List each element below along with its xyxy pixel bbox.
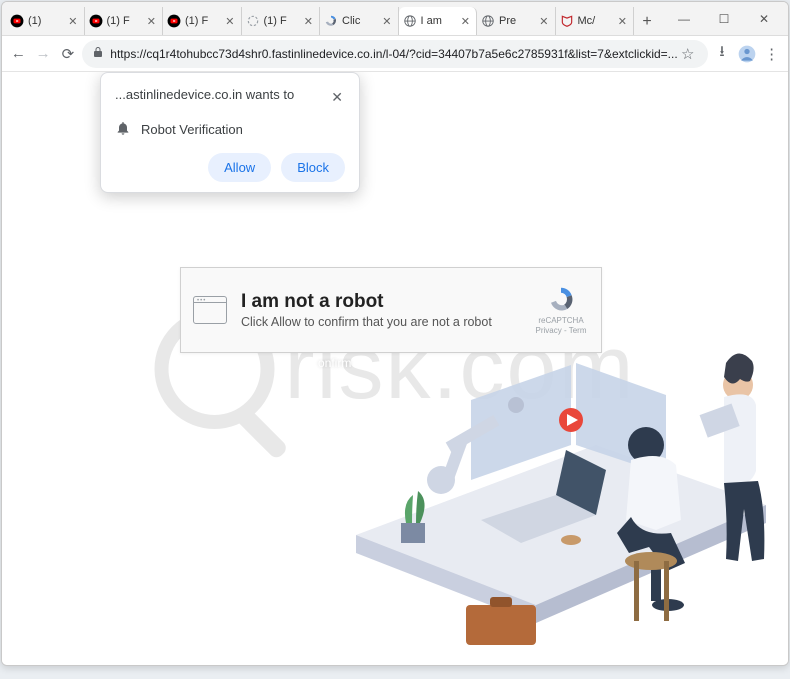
captcha-text: I am not a robot Click Allow to confirm … — [241, 291, 533, 329]
tab-close-icon[interactable]: ✕ — [380, 15, 393, 28]
tab-close-icon[interactable]: ✕ — [459, 15, 472, 28]
kebab-menu-button[interactable]: ⋮ — [761, 40, 782, 68]
lock-icon — [92, 46, 104, 61]
bell-icon — [115, 120, 131, 139]
tab-close-icon[interactable]: ✕ — [616, 15, 629, 28]
permission-origin: ...astinlinedevice.co.in wants to — [115, 87, 294, 102]
profile-button[interactable] — [736, 40, 757, 68]
block-button[interactable]: Block — [281, 153, 345, 182]
permission-label: Robot Verification — [141, 122, 243, 137]
favicon — [246, 14, 260, 28]
tab-title: (1) F — [264, 15, 302, 27]
window-icon: ••• — [193, 296, 227, 324]
illustration — [346, 305, 776, 665]
favicon — [324, 14, 338, 28]
tab-close-icon[interactable]: ✕ — [223, 15, 236, 28]
address-bar[interactable]: https://cq1r4tohubcc73d4shr0.fastinlined… — [82, 40, 707, 68]
tab-4[interactable]: Clic✕ — [320, 7, 399, 35]
tab-3[interactable]: (1) F✕ — [242, 7, 321, 35]
overlay-text: onfirm — [318, 356, 351, 370]
reload-button[interactable]: ⟳ — [58, 40, 79, 68]
tab-close-icon[interactable]: ✕ — [302, 15, 315, 28]
bookmark-star-icon[interactable]: ☆ — [678, 40, 698, 68]
tab-1[interactable]: (1) F✕ — [85, 7, 164, 35]
tab-title: Pre — [499, 15, 537, 27]
favicon — [89, 14, 103, 28]
maximize-button[interactable]: ☐ — [704, 5, 744, 33]
favicon — [10, 14, 24, 28]
new-tab-button[interactable]: + — [634, 9, 660, 35]
tab-close-icon[interactable]: ✕ — [145, 15, 158, 28]
favicon — [167, 14, 181, 28]
window-controls: — ☐ ✕ — [664, 2, 784, 35]
tab-title: Mc/ — [578, 15, 616, 27]
favicon — [403, 14, 417, 28]
downloads-button[interactable]: ⭳ — [712, 40, 733, 68]
captcha-box: ••• I am not a robot Click Allow to conf… — [180, 267, 602, 353]
back-button[interactable]: ← — [8, 40, 29, 68]
tab-5[interactable]: I am✕ — [399, 7, 478, 35]
recaptcha-links: Privacy - Term — [533, 326, 589, 336]
favicon — [481, 14, 495, 28]
tab-title: (1) F — [107, 15, 145, 27]
title-bar: (1)✕(1) F✕(1) F✕(1) F✕Clic✕I am✕Pre✕Mc/✕… — [2, 2, 788, 36]
tab-close-icon[interactable]: ✕ — [66, 15, 79, 28]
page-content: risk.com — [2, 72, 788, 665]
tab-7[interactable]: Mc/✕ — [556, 7, 635, 35]
tab-title: (1) F — [185, 15, 223, 27]
tab-2[interactable]: (1) F✕ — [163, 7, 242, 35]
minimize-button[interactable]: — — [664, 5, 704, 33]
forward-button[interactable]: → — [33, 40, 54, 68]
favicon — [560, 14, 574, 28]
tab-0[interactable]: (1)✕ — [6, 7, 85, 35]
tab-title: Clic — [342, 15, 380, 27]
captcha-title: I am not a robot — [241, 291, 533, 313]
close-icon[interactable]: ✕ — [329, 87, 345, 108]
toolbar: ← → ⟳ https://cq1r4tohubcc73d4shr0.fasti… — [2, 36, 788, 72]
tab-strip: (1)✕(1) F✕(1) F✕(1) F✕Clic✕I am✕Pre✕Mc/✕ — [6, 2, 634, 35]
allow-button[interactable]: Allow — [208, 153, 271, 182]
captcha-subtitle: Click Allow to confirm that you are not … — [241, 315, 533, 329]
tab-title: (1) — [28, 15, 66, 27]
browser-window: (1)✕(1) F✕(1) F✕(1) F✕Clic✕I am✕Pre✕Mc/✕… — [1, 1, 789, 666]
tab-title: I am — [421, 15, 459, 27]
close-window-button[interactable]: ✕ — [744, 5, 784, 33]
tab-close-icon[interactable]: ✕ — [537, 15, 550, 28]
notification-permission-prompt: ...astinlinedevice.co.in wants to ✕ Robo… — [100, 72, 360, 193]
url-text: https://cq1r4tohubcc73d4shr0.fastinlined… — [110, 47, 677, 61]
recaptcha-badge: reCAPTCHA Privacy - Term — [533, 284, 589, 337]
tab-6[interactable]: Pre✕ — [477, 7, 556, 35]
recaptcha-brand: reCAPTCHA — [533, 316, 589, 326]
